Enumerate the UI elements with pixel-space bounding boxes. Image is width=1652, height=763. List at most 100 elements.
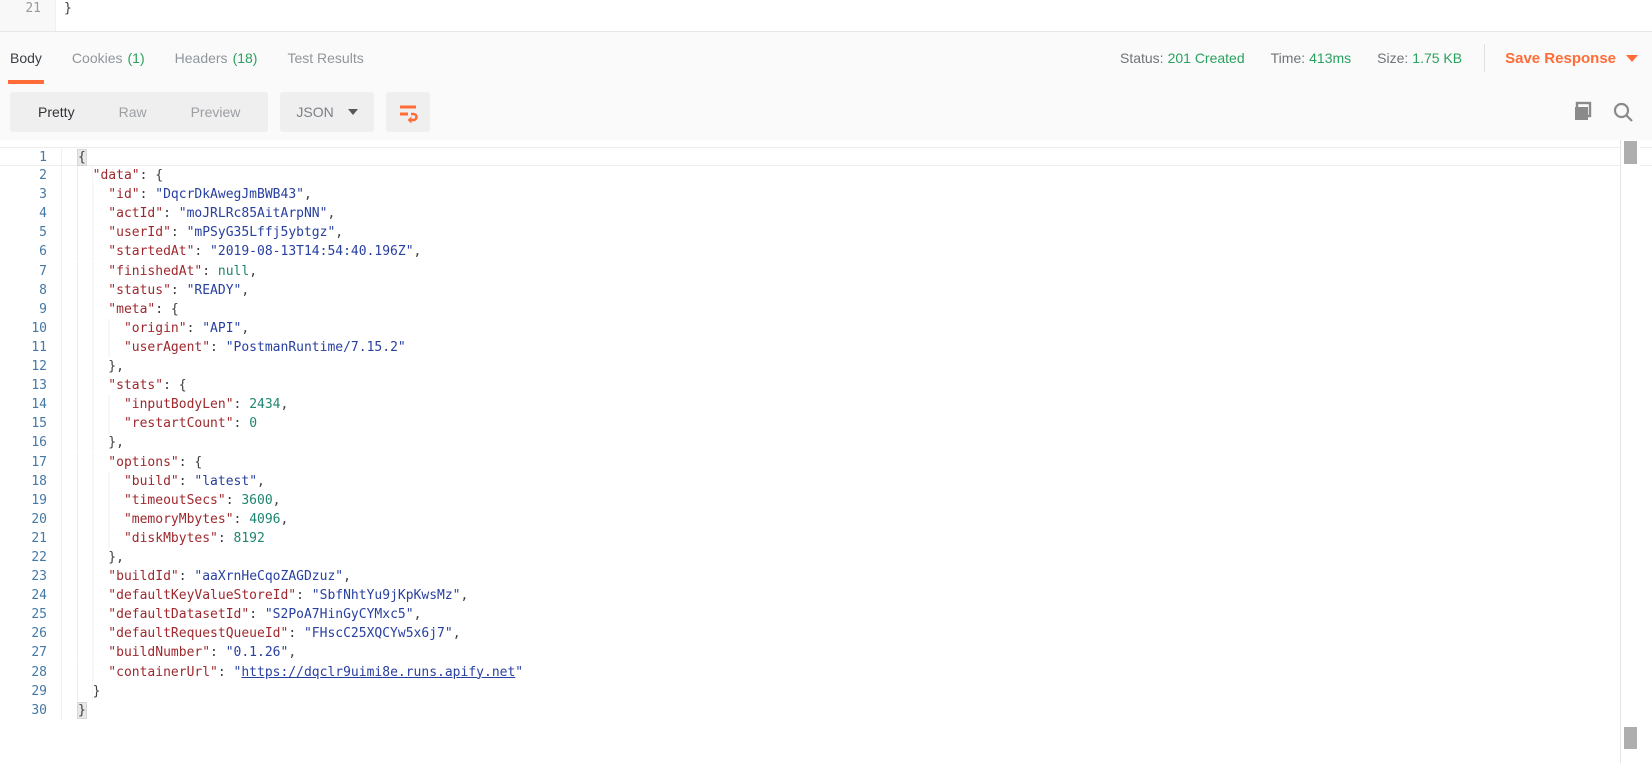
raw-button[interactable]: Raw bbox=[97, 92, 169, 132]
line-number: 23 bbox=[0, 567, 62, 586]
line-number: 1 bbox=[0, 148, 62, 165]
request-editor-strip: 21 } bbox=[0, 0, 1652, 32]
line-number: 24 bbox=[0, 586, 62, 605]
tab-body[interactable]: Body bbox=[10, 32, 42, 84]
response-tabs: Body Cookies (1) Headers (18) Test Resul… bbox=[10, 32, 394, 84]
size-badge: Size:1.75 KB bbox=[1377, 50, 1462, 66]
line-number: 10 bbox=[0, 319, 62, 338]
postman-response-panel: 21 } Body Cookies (1) Headers (18) Test … bbox=[0, 0, 1652, 763]
language-select[interactable]: JSON bbox=[280, 92, 373, 132]
status-value: 201 Created bbox=[1168, 50, 1245, 66]
line-number: 11 bbox=[0, 338, 62, 357]
line-number: 7 bbox=[0, 262, 62, 281]
toolbar-right-icons bbox=[1554, 101, 1634, 123]
line-number: 5 bbox=[0, 223, 62, 242]
line-number: 17 bbox=[0, 453, 62, 472]
code-line: 30} bbox=[0, 701, 1652, 720]
code-line: 17"options": { bbox=[0, 453, 1652, 472]
tab-cookies-label: Cookies bbox=[72, 50, 123, 66]
request-editor-code[interactable]: } bbox=[56, 0, 72, 31]
code-line: 25"defaultDatasetId": "S2PoA7HinGyCYMxc5… bbox=[0, 605, 1652, 624]
code-line: 7"finishedAt": null, bbox=[0, 262, 1652, 281]
request-editor-line-number: 21 bbox=[0, 0, 56, 31]
time-badge: Time:413ms bbox=[1271, 50, 1352, 66]
line-number: 4 bbox=[0, 204, 62, 223]
code-line: 29} bbox=[0, 682, 1652, 701]
vertical-divider bbox=[1484, 44, 1485, 72]
code-line: 21"diskMbytes": 8192 bbox=[0, 529, 1652, 548]
scrollbar-thumb[interactable] bbox=[1624, 727, 1637, 749]
tab-body-label: Body bbox=[10, 50, 42, 66]
line-number: 25 bbox=[0, 605, 62, 624]
wrap-lines-button[interactable] bbox=[386, 92, 430, 132]
save-response-button[interactable]: Save Response bbox=[1505, 50, 1638, 67]
line-number: 16 bbox=[0, 433, 62, 452]
line-number: 26 bbox=[0, 624, 62, 643]
code-line: 26"defaultRequestQueueId": "FHscC25XQCYw… bbox=[0, 624, 1652, 643]
line-number: 6 bbox=[0, 242, 62, 261]
line-number: 15 bbox=[0, 414, 62, 433]
wrap-lines-icon bbox=[396, 100, 420, 124]
code-line: 16}, bbox=[0, 433, 1652, 452]
code-line: 19"timeoutSecs": 3600, bbox=[0, 491, 1652, 510]
language-select-value: JSON bbox=[296, 104, 333, 120]
code-lines: 1{2"data": {3"id": "DqcrDkAwegJmBWB43",4… bbox=[0, 147, 1652, 720]
line-number: 9 bbox=[0, 300, 62, 319]
code-line: 27"buildNumber": "0.1.26", bbox=[0, 643, 1652, 662]
code-line: 3"id": "DqcrDkAwegJmBWB43", bbox=[0, 185, 1652, 204]
pretty-button[interactable]: Pretty bbox=[16, 92, 97, 132]
tab-cookies-count: (1) bbox=[128, 50, 145, 66]
code-line: 15"restartCount": 0 bbox=[0, 414, 1652, 433]
line-number: 8 bbox=[0, 281, 62, 300]
tab-headers-label: Headers bbox=[175, 50, 228, 66]
vertical-scrollbar[interactable] bbox=[1620, 140, 1640, 763]
line-number: 14 bbox=[0, 395, 62, 414]
code-line: 10"origin": "API", bbox=[0, 319, 1652, 338]
code-line: 1{ bbox=[0, 147, 1652, 166]
tab-test-results[interactable]: Test Results bbox=[287, 32, 363, 84]
code-line: 11"userAgent": "PostmanRuntime/7.15.2" bbox=[0, 338, 1652, 357]
code-line: 9"meta": { bbox=[0, 300, 1652, 319]
tab-test-results-label: Test Results bbox=[287, 50, 363, 66]
save-response-label: Save Response bbox=[1505, 50, 1616, 67]
code-line: 5"userId": "mPSyG35Lffj5ybtgz", bbox=[0, 223, 1652, 242]
chevron-down-icon bbox=[1626, 55, 1638, 62]
copy-button[interactable] bbox=[1572, 101, 1594, 123]
size-value: 1.75 KB bbox=[1412, 50, 1462, 66]
size-label: Size: bbox=[1377, 50, 1408, 66]
search-button[interactable] bbox=[1612, 101, 1634, 123]
view-controls: Pretty Raw Preview JSON bbox=[10, 92, 430, 132]
time-label: Time: bbox=[1271, 50, 1305, 66]
code-line: 14"inputBodyLen": 2434, bbox=[0, 395, 1652, 414]
tab-headers-count: (18) bbox=[233, 50, 258, 66]
chevron-down-icon bbox=[348, 109, 358, 115]
code-line: 23"buildId": "aaXrnHeCqoZAGDzuz", bbox=[0, 567, 1652, 586]
code-line: 28"containerUrl": "https://dqclr9uimi8e.… bbox=[0, 663, 1652, 682]
tab-cookies[interactable]: Cookies (1) bbox=[72, 32, 145, 84]
line-number: 19 bbox=[0, 491, 62, 510]
code-line: 12}, bbox=[0, 357, 1652, 376]
line-number: 21 bbox=[0, 529, 62, 548]
line-number: 22 bbox=[0, 548, 62, 567]
preview-button[interactable]: Preview bbox=[169, 92, 263, 132]
tab-headers[interactable]: Headers (18) bbox=[175, 32, 258, 84]
line-number: 29 bbox=[0, 682, 62, 701]
line-number: 3 bbox=[0, 185, 62, 204]
container-url-link[interactable]: https://dqclr9uimi8e.runs.apify.net bbox=[241, 665, 515, 680]
response-toolbar: Pretty Raw Preview JSON bbox=[0, 84, 1652, 140]
time-value: 413ms bbox=[1309, 50, 1351, 66]
line-number: 2 bbox=[0, 166, 62, 185]
view-mode-group: Pretty Raw Preview bbox=[10, 92, 268, 132]
response-body-viewer[interactable]: 1{2"data": {3"id": "DqcrDkAwegJmBWB43",4… bbox=[0, 140, 1652, 763]
response-tab-bar: Body Cookies (1) Headers (18) Test Resul… bbox=[0, 32, 1652, 84]
code-line: 20"memoryMbytes": 4096, bbox=[0, 510, 1652, 529]
code-line: 18"build": "latest", bbox=[0, 472, 1652, 491]
scrollbar-thumb[interactable] bbox=[1624, 141, 1637, 164]
line-number: 30 bbox=[0, 701, 62, 720]
code-line: 22}, bbox=[0, 548, 1652, 567]
status-label: Status: bbox=[1120, 50, 1164, 66]
response-meta: Status:201 Created Time:413ms Size:1.75 … bbox=[1094, 44, 1638, 72]
line-number: 13 bbox=[0, 376, 62, 395]
code-line: 6"startedAt": "2019-08-13T14:54:40.196Z"… bbox=[0, 242, 1652, 261]
line-number: 20 bbox=[0, 510, 62, 529]
